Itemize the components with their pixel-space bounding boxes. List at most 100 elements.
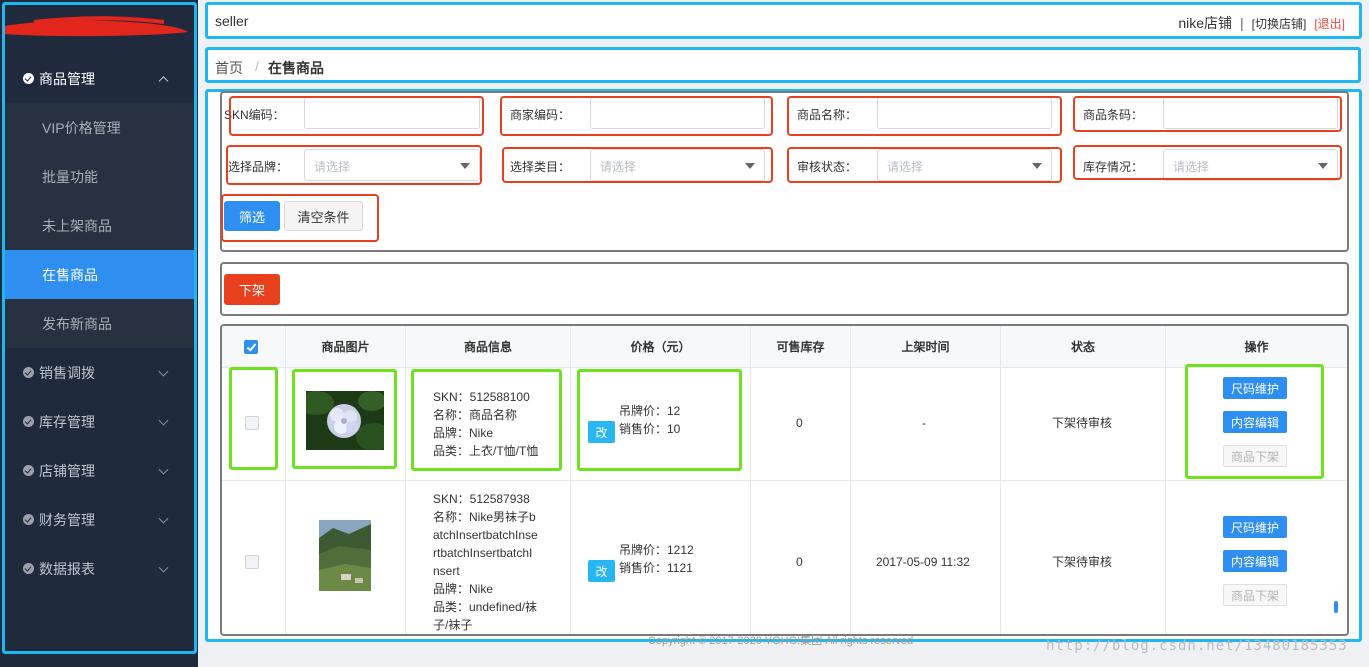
price-info: 吊牌价：12 销售价：10: [619, 402, 680, 438]
sidebar-item-publish[interactable]: 发布新商品: [5, 299, 195, 348]
info-name: 名称：Nike男袜子b: [433, 510, 536, 524]
sidebar-group-label: 财务管理: [39, 511, 95, 528]
header-separator: |: [1240, 15, 1244, 31]
category-label: 选择类目：: [510, 160, 571, 174]
sidebar-nav: 商品管理 VIP价格管理 批量功能 未上架商品 在售商品 发布新商品 销售调拨 …: [5, 54, 195, 593]
sidebar-item-on-sale[interactable]: 在售商品: [5, 250, 195, 299]
sidebar-group-reports[interactable]: 数据报表: [5, 544, 195, 593]
edit-price-button[interactable]: 改: [588, 421, 615, 443]
info-name-continued: nsert: [433, 564, 460, 578]
copyright-footer: Copyright © 2017-2020 YOHO!集团 All rights…: [648, 635, 914, 647]
table-scrollbar[interactable]: [1334, 601, 1338, 613]
sidebar-group-sales-transfer[interactable]: 销售调拨: [5, 348, 195, 397]
chevron-up-icon: [158, 75, 169, 86]
brand-select-placeholder: 请选择: [314, 160, 351, 174]
size-maintain-button[interactable]: 尺码维护: [1223, 377, 1287, 399]
action-bar: [220, 262, 1349, 316]
breadcrumb-home[interactable]: 首页: [215, 58, 243, 78]
offline-button[interactable]: 下架: [224, 274, 280, 305]
column-divider: [750, 326, 751, 634]
tag-price: 吊牌价：12: [619, 404, 681, 418]
sidebar-group-product[interactable]: 商品管理: [5, 54, 195, 103]
brand-select[interactable]: 请选择: [304, 149, 480, 181]
info-category: 品类：上衣/T恤/T恤: [433, 444, 539, 458]
sidebar-group-inventory[interactable]: 库存管理: [5, 397, 195, 446]
barcode-input[interactable]: [1163, 97, 1338, 129]
sidebar-group-label: 商品管理: [39, 70, 95, 87]
redacted-logo: [4, 16, 188, 37]
sidebar-group-label: 库存管理: [39, 413, 95, 430]
sidebar-item-unlisted[interactable]: 未上架商品: [5, 201, 195, 250]
chevron-down-icon: [158, 366, 169, 377]
product-offline-button[interactable]: 商品下架: [1223, 445, 1287, 467]
info-category: 品类：undefined/袜: [433, 600, 538, 614]
skn-input[interactable]: [304, 97, 480, 129]
category-select[interactable]: 请选择: [590, 149, 765, 181]
size-maintain-button[interactable]: 尺码维护: [1223, 516, 1287, 538]
brand-label: 选择品牌：: [228, 160, 289, 174]
category-select-placeholder: 请选择: [600, 160, 637, 174]
row-checkbox[interactable]: [245, 555, 259, 569]
col-header-status: 状态: [1001, 326, 1165, 368]
sidebar-item-batch[interactable]: 批量功能: [5, 152, 195, 201]
status-text: 下架待审核: [1052, 555, 1113, 569]
stock-status-select[interactable]: 请选择: [1163, 149, 1338, 181]
sidebar-item-vip-price[interactable]: VIP价格管理: [5, 103, 195, 152]
breadcrumb: 首页 / 在售商品: [205, 47, 1361, 83]
check-circle-icon: [23, 563, 34, 574]
product-offline-button[interactable]: 商品下架: [1223, 584, 1287, 606]
audit-status-select[interactable]: 请选择: [877, 149, 1052, 181]
chevron-down-icon: [158, 415, 169, 426]
content-edit-button[interactable]: 内容编辑: [1223, 411, 1287, 433]
blog-watermark: http://blog.csdn.net/13480185353: [1046, 638, 1348, 654]
product-info: SKN：512588100 名称：商品名称 品牌：Nike 品类：上衣/T恤/T…: [433, 388, 538, 460]
sidebar-group-store[interactable]: 店铺管理: [5, 446, 195, 495]
top-header: seller nike店铺 | [切换店铺] [退出]: [205, 2, 1362, 39]
logout-link[interactable]: [退出]: [1314, 15, 1345, 32]
chevron-down-icon: [158, 513, 169, 524]
product-table: 商品图片 商品信息 价格（元） 可售库存 上架时间 状态 操作: [220, 324, 1349, 636]
col-header-info: 商品信息: [406, 326, 570, 368]
skn-label: SKN编码：: [224, 108, 285, 122]
merchant-code-label: 商家编码：: [510, 108, 571, 122]
row-checkbox[interactable]: [245, 416, 259, 430]
product-thumbnail-hydrangea[interactable]: [306, 391, 384, 450]
tag-price: 吊牌价：1212: [619, 543, 694, 557]
content-edit-button[interactable]: 内容编辑: [1223, 550, 1287, 572]
header-right: nike店铺 | [切换店铺] [退出]: [1178, 13, 1345, 33]
info-category-continued: 子/袜子: [433, 618, 473, 632]
product-name-label: 商品名称：: [797, 108, 858, 122]
breadcrumb-separator: /: [255, 58, 259, 74]
filter-button[interactable]: 筛选: [224, 201, 280, 231]
listed-time: 2017-05-09 11:32: [876, 555, 970, 569]
info-brand: 品牌：Nike: [433, 426, 494, 440]
clear-filter-button[interactable]: 清空条件: [284, 201, 363, 231]
barcode-label: 商品条码：: [1083, 108, 1144, 122]
sale-price: 销售价：1121: [619, 561, 693, 575]
check-circle-icon: [23, 465, 34, 476]
col-header-stock: 可售库存: [751, 326, 850, 368]
product-name-input[interactable]: [877, 97, 1052, 129]
chevron-down-icon: [158, 562, 169, 573]
product-thumbnail-landscape[interactable]: [319, 520, 371, 591]
info-skn: SKN：512587938: [433, 492, 530, 506]
column-divider: [1165, 326, 1166, 634]
sale-price: 销售价：10: [619, 422, 681, 436]
edit-price-button[interactable]: 改: [588, 560, 615, 582]
caret-down-icon: [745, 163, 755, 169]
col-header-actions: 操作: [1166, 326, 1347, 368]
col-header-image: 商品图片: [286, 326, 405, 368]
column-divider: [570, 326, 571, 634]
column-divider: [850, 326, 851, 634]
caret-down-icon: [460, 163, 470, 169]
sidebar-group-finance[interactable]: 财务管理: [5, 495, 195, 544]
column-divider: [405, 326, 406, 634]
check-circle-icon: [23, 367, 34, 378]
breadcrumb-current: 在售商品: [268, 60, 324, 76]
store-name: nike店铺: [1178, 15, 1233, 31]
select-all-checkbox[interactable]: [244, 340, 258, 354]
switch-store-link[interactable]: [切换店铺]: [1252, 15, 1307, 32]
merchant-code-input[interactable]: [590, 97, 765, 129]
status-text: 下架待审核: [1052, 416, 1113, 430]
info-name: 名称：商品名称: [433, 408, 518, 422]
